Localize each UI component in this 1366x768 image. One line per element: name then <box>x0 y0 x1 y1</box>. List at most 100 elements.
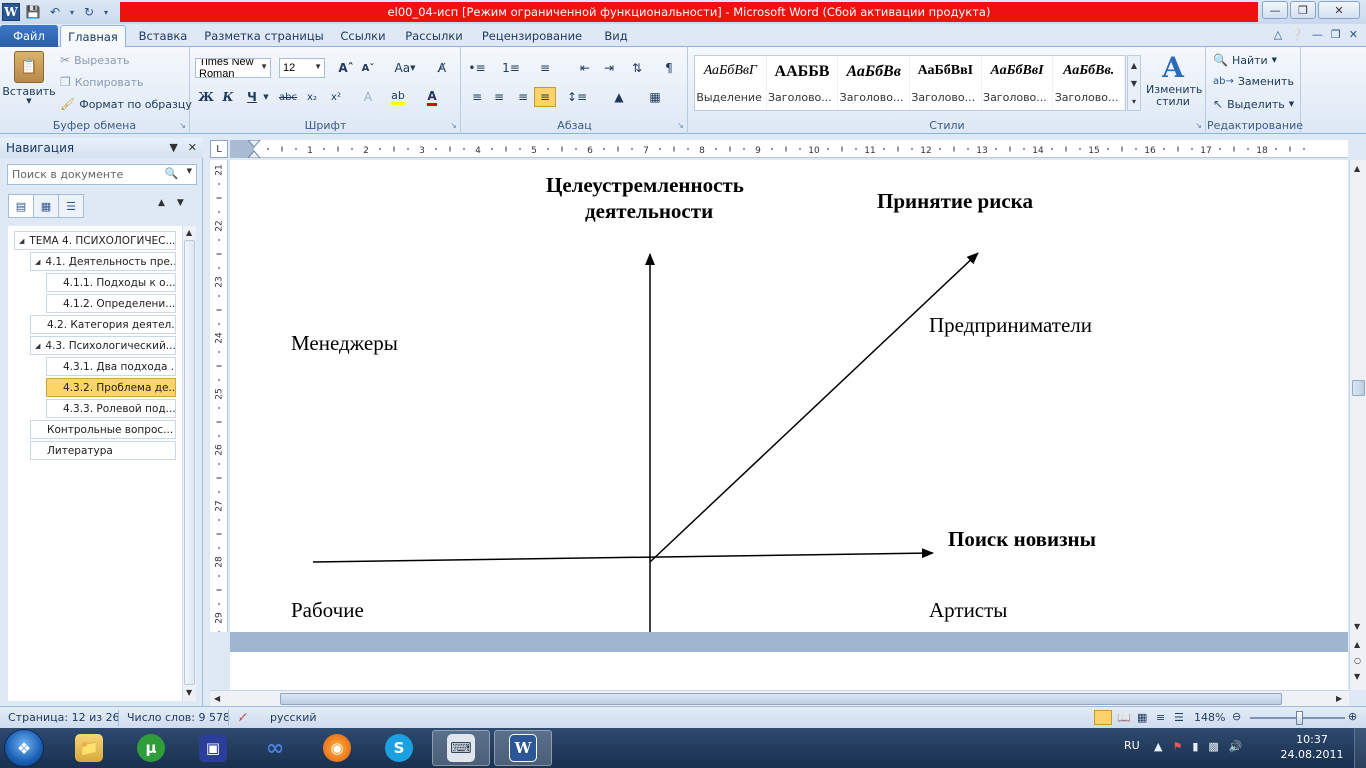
undo-icon[interactable]: ↶ <box>46 3 64 21</box>
scroll-up-icon[interactable]: ▲ <box>186 228 192 237</box>
next-heading-icon[interactable]: ▼ <box>177 198 184 208</box>
nav-item[interactable]: 4.3.2. Проблема де... <box>46 378 176 397</box>
expand-triangle-icon[interactable]: ◢ <box>35 258 40 266</box>
font-size-field[interactable]: 12 ▼ <box>279 58 325 78</box>
tab-insert[interactable]: Вставка <box>132 25 194 47</box>
style-emphasis[interactable]: АаБбВвГ Выделение <box>695 56 767 110</box>
tab-results[interactable]: ☰ <box>58 194 84 218</box>
expand-triangle-icon[interactable]: ◢ <box>19 237 24 245</box>
help-icon[interactable]: ❔ <box>1290 28 1304 41</box>
increase-indent-icon[interactable]: ⇥ <box>598 58 620 78</box>
page-count[interactable]: Страница: 12 из 26 <box>8 711 120 724</box>
taskbar-keyboard[interactable]: ⌨ <box>432 730 490 766</box>
vertical-ruler[interactable]: 21 22 23 24 25 26 27 28 29 <box>210 160 228 633</box>
taskbar-explorer[interactable]: 📁 <box>60 730 118 766</box>
nav-item[interactable]: Контрольные вопрос... <box>30 420 176 439</box>
nav-scroll-thumb[interactable] <box>184 240 195 685</box>
font-name-field[interactable]: Times New Roman ▼ <box>195 58 271 78</box>
expand-triangle-icon[interactable]: ◢ <box>35 342 40 350</box>
print-layout-icon[interactable] <box>1094 710 1112 725</box>
save-icon[interactable]: 💾 <box>24 3 42 21</box>
start-button[interactable]: ❖ <box>4 729 44 767</box>
volume-icon[interactable]: 🔊 <box>1229 740 1243 753</box>
tab-home[interactable]: Главная <box>60 25 126 48</box>
highlight-icon[interactable]: ab <box>387 87 409 107</box>
multilevel-list-icon[interactable]: ≡ <box>534 58 556 78</box>
show-marks-icon[interactable]: ¶ <box>658 58 680 78</box>
chevron-down-icon[interactable]: ▼ <box>1131 79 1137 88</box>
web-layout-icon[interactable]: ▦ <box>1137 711 1147 724</box>
vertical-scroll-thumb[interactable] <box>1352 380 1365 396</box>
scroll-down-icon[interactable]: ▼ <box>186 688 192 697</box>
style-heading-2[interactable]: АаБбВв Заголово... <box>838 56 911 110</box>
format-painter-button[interactable]: 🖌 Формат по образцу <box>60 97 192 111</box>
change-styles-button[interactable]: A Изменить стили <box>1146 53 1202 108</box>
tab-selector[interactable]: L <box>210 140 228 158</box>
network-error-icon[interactable]: ⚑ <box>1172 740 1182 753</box>
style-heading-1[interactable]: ААББВ Заголово... <box>767 56 839 110</box>
signal-icon[interactable]: ▩ <box>1208 740 1218 753</box>
underline-icon[interactable]: Ч <box>241 87 263 107</box>
tab-review[interactable]: Рецензирование <box>476 25 588 47</box>
chevron-down-icon[interactable]: ▼ <box>169 141 177 154</box>
show-hidden-icons-icon[interactable]: ▲ <box>1154 740 1162 753</box>
justify-icon[interactable]: ≡ <box>534 87 556 107</box>
underline-dropdown-icon[interactable]: ▼ <box>261 87 271 107</box>
taskbar-save[interactable]: ▣ <box>184 730 242 766</box>
close-icon[interactable]: ✕ <box>188 141 197 154</box>
shrink-font-icon[interactable]: Aˇ <box>357 58 379 78</box>
taskbar-firefox[interactable]: ◉ <box>308 730 366 766</box>
zoom-level[interactable]: 148% <box>1194 711 1225 724</box>
next-page-icon[interactable]: ▼ <box>1354 672 1360 681</box>
bullets-icon[interactable]: •≡ <box>466 58 488 78</box>
battery-icon[interactable]: ▮ <box>1192 740 1198 753</box>
outline-view-icon[interactable]: ≡ <box>1156 711 1165 724</box>
doc-minimize-icon[interactable]: — <box>1312 28 1323 41</box>
show-desktop-button[interactable] <box>1354 728 1366 768</box>
language-indicator[interactable]: русский <box>270 711 317 724</box>
undo-dropdown-icon[interactable]: ▾ <box>68 3 76 21</box>
nav-item[interactable]: 4.1.1. Подходы к о... <box>46 273 176 292</box>
horizontal-scrollbar[interactable]: ◀ ▶ <box>210 690 1349 706</box>
replace-button[interactable]: ab→ Заменить <box>1213 75 1294 88</box>
search-icon[interactable]: 🔍 <box>165 167 179 180</box>
nav-item[interactable]: ◢ 4.3. Психологический... <box>30 336 176 355</box>
horizontal-scroll-thumb[interactable] <box>280 693 1282 705</box>
select-button[interactable]: ↖ Выделить ▼ <box>1213 97 1294 111</box>
tab-references[interactable]: Ссылки <box>334 25 392 47</box>
chevron-up-icon[interactable]: ▲ <box>1131 61 1137 70</box>
line-spacing-icon[interactable]: ↕≡ <box>566 87 588 107</box>
sort-icon[interactable]: ⇅ <box>626 58 648 78</box>
align-left-icon[interactable]: ≡ <box>466 87 488 107</box>
scroll-left-icon[interactable]: ◀ <box>214 694 220 703</box>
tab-headings[interactable]: ▤ <box>8 194 34 218</box>
taskbar-skype[interactable]: S <box>370 730 428 766</box>
tab-file[interactable]: Файл <box>0 25 58 47</box>
nav-item[interactable]: Литература <box>30 441 176 460</box>
clock[interactable]: 10:37 24.08.2011 <box>1272 732 1352 762</box>
vertical-scrollbar[interactable]: ▲ ▼ ▲ ○ ▼ <box>1349 160 1366 690</box>
align-center-icon[interactable]: ≡ <box>488 87 510 107</box>
paste-button[interactable]: 📋 Вставить ▼ <box>2 51 56 105</box>
copy-button[interactable]: ❐ Копировать <box>60 75 143 89</box>
shading-icon[interactable]: ▲ <box>608 87 630 107</box>
style-heading-4[interactable]: АаБбВвІ Заголово... <box>982 56 1054 110</box>
superscript-icon[interactable]: x² <box>325 87 347 107</box>
full-screen-reading-icon[interactable]: 📖 <box>1117 711 1131 724</box>
clear-formatting-icon[interactable]: A̸ <box>431 58 453 78</box>
dialog-launcher-icon[interactable]: ↘ <box>179 121 186 130</box>
search-input[interactable]: Поиск в документе 🔍 ▼ <box>7 164 197 185</box>
customize-qat-icon[interactable]: ▾ <box>102 3 110 21</box>
taskbar-utorrent[interactable]: µ <box>122 730 180 766</box>
zoom-out-icon[interactable]: ⊖ <box>1232 710 1241 723</box>
next-page[interactable] <box>230 652 1348 690</box>
horizontal-ruler[interactable]: 1 2 3 4 5 6 7 8 9 10 11 12 13 14 15 16 17 18 <box>230 140 1348 158</box>
numbering-icon[interactable]: 1≡ <box>500 58 522 78</box>
dialog-launcher-icon[interactable]: ↘ <box>1195 121 1202 130</box>
spelling-check-icon[interactable]: ✓̸ <box>238 711 247 724</box>
word-count[interactable]: Число слов: 9 578 <box>127 711 230 724</box>
style-heading-5[interactable]: АаБбВв. Заголово... <box>1053 56 1126 110</box>
document-page[interactable]: Целеустремленность деятельности Принятие… <box>230 160 1348 632</box>
zoom-in-icon[interactable]: ⊕ <box>1348 710 1357 723</box>
style-heading-3[interactable]: АаБбВвІ Заголово... <box>910 56 982 110</box>
